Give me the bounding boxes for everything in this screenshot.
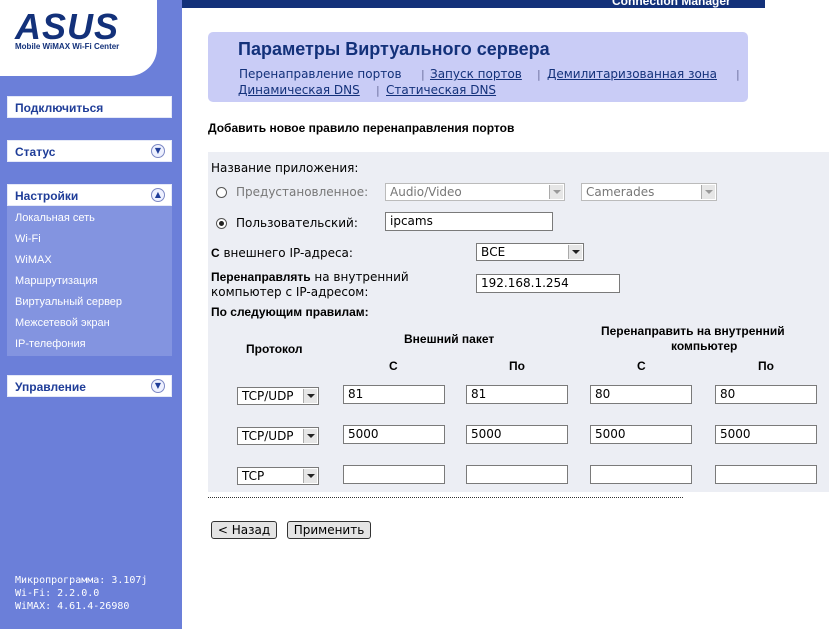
protocol-select[interactable]: TCP xyxy=(237,467,319,485)
dropdown-arrow-icon xyxy=(303,429,317,443)
back-button[interactable]: < Назад xyxy=(211,521,277,539)
col-internal-1: Перенаправить на внутренний xyxy=(601,324,785,338)
ext-port-to-input[interactable]: 81 xyxy=(466,385,568,404)
protocol-value: TCP/UDP xyxy=(242,389,294,403)
chevron-down-icon[interactable]: ▼ xyxy=(151,379,165,393)
sidebar: ASUS Mobile WiMAX Wi-Fi Center Подключит… xyxy=(0,0,182,629)
tab-dmz[interactable]: Демилитаризованная зона xyxy=(547,67,717,81)
tab-port-forwarding[interactable]: Перенаправление портов xyxy=(239,67,402,81)
sidebar-item-virtual-server[interactable]: Виртуальный сервер xyxy=(15,296,122,308)
dropdown-arrow-icon xyxy=(549,185,563,199)
ext-port-to-input[interactable] xyxy=(466,465,568,484)
ext-port-to-input[interactable]: 5000 xyxy=(466,425,568,444)
dropdown-arrow-icon xyxy=(303,469,317,483)
redirect-label: Перенаправлять на внутренний xyxy=(211,270,409,284)
preset-radio[interactable] xyxy=(216,187,227,198)
redirect-label-line2: компьютер с IP-адресом: xyxy=(211,285,369,299)
preset-app-select[interactable]: Camerades xyxy=(581,183,717,201)
redirect-label-bold: Перенаправлять xyxy=(211,270,311,284)
external-ip-label-first: С xyxy=(211,246,220,260)
internal-ip-input[interactable]: 192.168.1.254 xyxy=(476,274,620,293)
ext-port-from-input[interactable] xyxy=(343,465,445,484)
separator: | xyxy=(537,68,541,81)
settings-submenu: Локальная сеть Wi-Fi WiMAX Маршрутизация… xyxy=(7,206,172,356)
protocol-value: TCP/UDP xyxy=(242,429,294,443)
rules-label: По следующим правилам: xyxy=(211,305,369,319)
app-title: Connection Manager xyxy=(612,0,731,8)
version-info: Микропрограмма: 3.107j Wi-Fi: 2.2.0.0 Wi… xyxy=(15,574,147,613)
menu-management[interactable]: Управление ▼ xyxy=(7,375,172,397)
separator: | xyxy=(376,84,380,97)
dropdown-arrow-icon xyxy=(701,185,715,199)
menu-connect[interactable]: Подключиться xyxy=(7,96,172,118)
divider xyxy=(208,497,683,498)
int-port-from-input[interactable]: 80 xyxy=(590,385,692,404)
menu-status-label: Статус xyxy=(15,145,56,159)
sidebar-item-lan[interactable]: Локальная сеть xyxy=(15,212,95,224)
sidebar-item-wimax[interactable]: WiMAX xyxy=(15,254,52,266)
sidebar-item-routing[interactable]: Маршрутизация xyxy=(15,275,98,287)
dropdown-arrow-icon xyxy=(303,389,317,403)
external-ip-value: ВСЕ xyxy=(481,245,506,259)
port-forwarding-form: Название приложения: Предустановленное: … xyxy=(208,152,829,492)
col-internal-2: компьютер xyxy=(671,339,738,353)
protocol-value: TCP xyxy=(242,469,265,483)
custom-app-input[interactable]: ipcams xyxy=(385,212,553,231)
preset-label: Предустановленное: xyxy=(236,185,369,199)
tab-static-dns[interactable]: Статическая DNS xyxy=(386,83,496,97)
redirect-label-rest: на внутренний xyxy=(310,270,409,284)
menu-settings[interactable]: Настройки ▲ xyxy=(7,184,172,206)
app-name-label: Название приложения: xyxy=(211,161,359,175)
int-port-to-input[interactable]: 5000 xyxy=(715,425,817,444)
preset-app-value: Camerades xyxy=(586,185,655,199)
int-port-to-input[interactable] xyxy=(715,465,817,484)
external-ip-select[interactable]: ВСЕ xyxy=(476,243,584,261)
chevron-down-icon[interactable]: ▼ xyxy=(151,144,165,158)
page-title: Параметры Виртуального сервера xyxy=(238,39,550,59)
preset-category-value: Audio/Video xyxy=(390,185,462,199)
chevron-up-icon[interactable]: ▲ xyxy=(151,188,165,202)
external-ip-label: С внешнего IP-адреса: xyxy=(211,246,353,260)
firmware-version: Микропрограмма: 3.107j xyxy=(15,575,148,586)
col-protocol: Протокол xyxy=(246,342,303,356)
menu-connect-label: Подключиться xyxy=(15,101,104,115)
col-ext-from: С xyxy=(389,359,398,373)
separator: | xyxy=(736,68,740,81)
custom-label: Пользовательский: xyxy=(236,216,358,230)
protocol-select[interactable]: TCP/UDP xyxy=(237,427,319,445)
separator: | xyxy=(421,68,425,81)
col-ext-to: По xyxy=(509,359,525,373)
ext-port-from-input[interactable]: 5000 xyxy=(343,425,445,444)
wifi-version: Wi-Fi: 2.2.0.0 xyxy=(15,588,100,599)
logo-subtitle: Mobile WiMAX Wi-Fi Center xyxy=(15,42,120,51)
sidebar-item-wifi[interactable]: Wi-Fi xyxy=(15,233,41,245)
int-port-from-input[interactable]: 5000 xyxy=(590,425,692,444)
protocol-select[interactable]: TCP/UDP xyxy=(237,387,319,405)
preset-category-select[interactable]: Audio/Video xyxy=(385,183,565,201)
wimax-version: WiMAX: 4.61.4-26980 xyxy=(15,601,130,612)
int-port-from-input[interactable] xyxy=(590,465,692,484)
sidebar-item-firewall[interactable]: Межсетевой экран xyxy=(15,317,110,329)
col-int-from: С xyxy=(637,359,646,373)
ext-port-from-input[interactable]: 81 xyxy=(343,385,445,404)
custom-radio[interactable] xyxy=(216,218,227,229)
asus-logo: ASUS xyxy=(15,6,120,47)
col-external: Внешний пакет xyxy=(404,332,495,346)
menu-settings-label: Настройки xyxy=(15,189,79,203)
page-header: Параметры Виртуального сервера Перенапра… xyxy=(208,32,748,102)
logo-box: ASUS Mobile WiMAX Wi-Fi Center xyxy=(0,0,157,76)
tab-port-triggering[interactable]: Запуск портов xyxy=(430,67,522,81)
sidebar-item-voip[interactable]: IP-телефония xyxy=(15,338,86,350)
external-ip-label-text: внешнего IP-адреса: xyxy=(219,246,353,260)
tab-dynamic-dns[interactable]: Динамическая DNS xyxy=(238,83,360,97)
menu-management-label: Управление xyxy=(15,380,86,394)
dropdown-arrow-icon xyxy=(568,245,582,259)
col-int-to: По xyxy=(758,359,774,373)
section-title: Добавить новое правило перенаправления п… xyxy=(208,121,515,135)
apply-button[interactable]: Применить xyxy=(287,521,371,539)
int-port-to-input[interactable]: 80 xyxy=(715,385,817,404)
menu-status[interactable]: Статус ▼ xyxy=(7,140,172,162)
